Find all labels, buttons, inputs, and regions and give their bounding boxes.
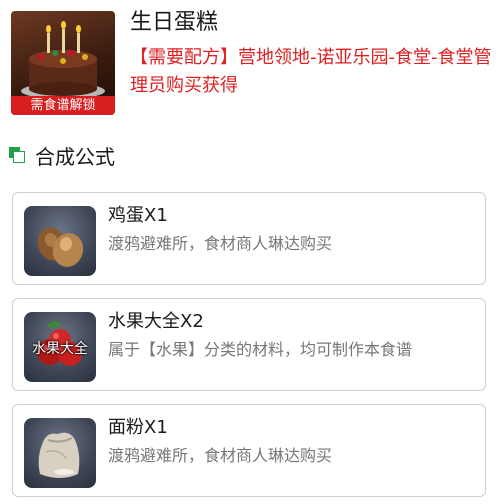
- ingredient-description: 属于【水果】分类的材料，均可制作本食谱: [108, 340, 413, 359]
- ingredient-image: [24, 206, 96, 276]
- item-title: 生日蛋糕: [130, 10, 219, 35]
- ingredient-name: 水果大全X2: [108, 311, 204, 332]
- formula-icon: [9, 147, 25, 163]
- egg-icon: [37, 227, 84, 267]
- ingredient-image-label: 水果大全: [32, 341, 88, 357]
- flour-sack-icon: [38, 432, 80, 478]
- ingredient-name: 鸡蛋X1: [108, 205, 168, 226]
- ingredient-image: 水果大全: [24, 312, 96, 382]
- ingredient-description: 渡鸦避难所，食材商人琳达购买: [108, 446, 333, 465]
- formula-section-header: 合成公式: [9, 142, 115, 169]
- item-image: 需食谱解锁: [11, 11, 115, 115]
- ingredient-card-fruit[interactable]: 水果大全 水果大全X2 属于【水果】分类的材料，均可制作本食谱: [12, 298, 486, 391]
- unlock-badge: 需食谱解锁: [11, 96, 115, 115]
- ingredient-card-flour[interactable]: 面粉X1 渡鸦避难所，食材商人琳达购买: [12, 404, 486, 497]
- section-title: 合成公式: [35, 144, 115, 169]
- item-header: 需食谱解锁 生日蛋糕 【需要配方】营地领地-诺亚乐园-食堂-食堂管理员购买获得: [0, 0, 500, 130]
- ingredient-name: 面粉X1: [108, 417, 168, 438]
- ingredient-image: [24, 418, 96, 488]
- ingredient-description: 渡鸦避难所，食材商人琳达购买: [108, 234, 333, 253]
- ingredient-card-egg[interactable]: 鸡蛋X1 渡鸦避难所，食材商人琳达购买: [12, 192, 486, 285]
- recipe-source-text: 【需要配方】营地领地-诺亚乐园-食堂-食堂管理员购买获得: [130, 47, 492, 96]
